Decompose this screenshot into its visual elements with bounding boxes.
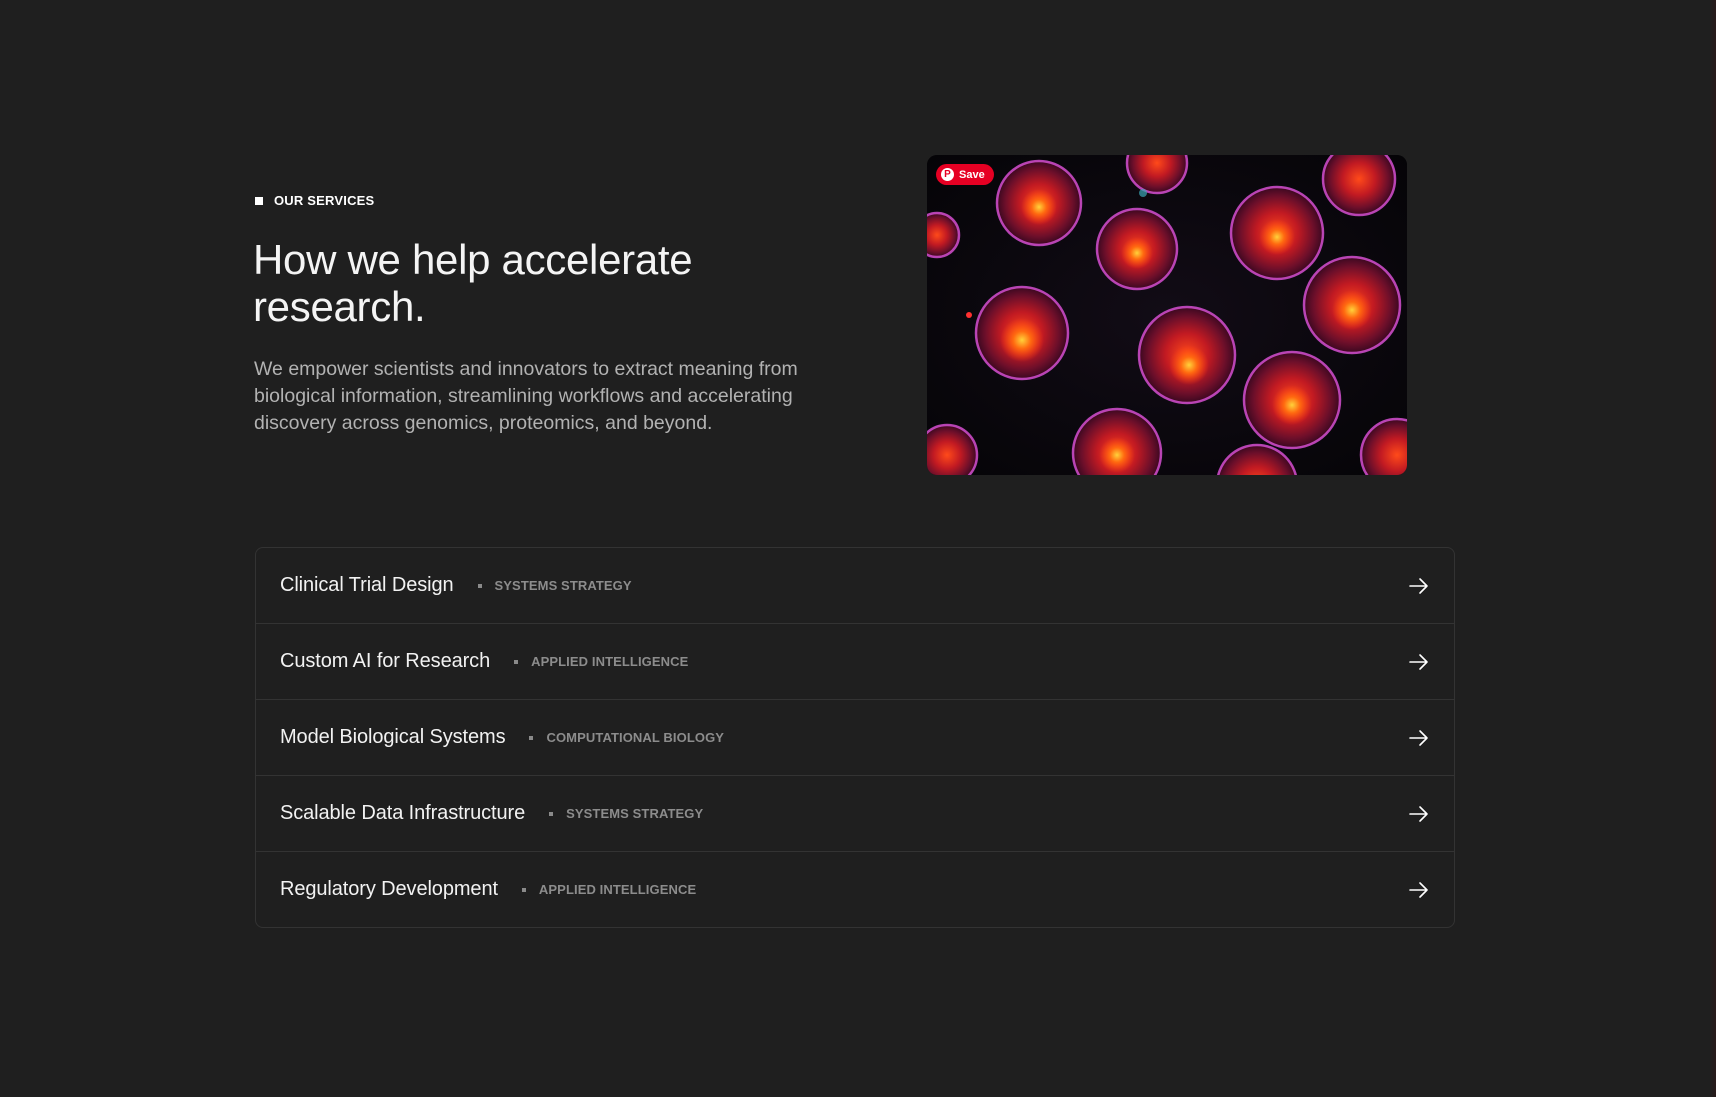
microscope-cells-image: [927, 155, 1407, 475]
section-eyebrow: OUR SERVICES: [255, 193, 374, 208]
arrow-right-icon[interactable]: [1408, 727, 1430, 749]
bullet-dot-icon: [521, 887, 526, 892]
services-list: Clinical Trial Design SYSTEMS STRATEGY C…: [255, 547, 1455, 928]
page-edge-shadow: [1710, 0, 1716, 1097]
arrow-right-icon[interactable]: [1408, 803, 1430, 825]
hero-cells-image: [927, 155, 1407, 475]
service-title: Regulatory Development: [280, 878, 498, 900]
square-bullet-icon: [255, 196, 263, 205]
pinterest-save-button[interactable]: P Save: [936, 164, 994, 185]
service-tag: APPLIED INTELLIGENCE: [531, 654, 689, 669]
arrow-right-icon[interactable]: [1408, 879, 1430, 901]
service-tag: SYSTEMS STRATEGY: [494, 578, 632, 593]
service-row-scalable-data-infrastructure[interactable]: Scalable Data Infrastructure SYSTEMS STR…: [256, 776, 1454, 852]
service-tag: APPLIED INTELLIGENCE: [538, 882, 697, 897]
service-row-custom-ai[interactable]: Custom AI for Research APPLIED INTELLIGE…: [256, 624, 1454, 700]
service-tag: SYSTEMS STRATEGY: [566, 806, 704, 821]
service-title: Clinical Trial Design: [280, 574, 454, 596]
service-row-clinical-trial-design[interactable]: Clinical Trial Design SYSTEMS STRATEGY: [256, 548, 1454, 624]
service-title: Custom AI for Research: [280, 650, 491, 672]
bullet-dot-icon: [477, 583, 482, 588]
arrow-right-icon[interactable]: [1408, 575, 1430, 597]
service-row-regulatory-development[interactable]: Regulatory Development APPLIED INTELLIGE…: [256, 852, 1454, 927]
arrow-right-icon[interactable]: [1408, 651, 1430, 673]
service-title: Model Biological Systems: [280, 726, 506, 748]
services-page: OUR SERVICES How we help accelerate rese…: [0, 0, 1716, 1097]
service-title: Scalable Data Infrastructure: [280, 802, 526, 824]
bullet-dot-icon: [514, 659, 519, 664]
save-label: Save: [959, 168, 985, 181]
bullet-dot-icon: [529, 735, 534, 740]
section-headline: How we help accelerate research.: [253, 236, 693, 330]
bullet-dot-icon: [549, 811, 554, 816]
section-description: We empower scientists and innovators to …: [254, 358, 798, 434]
eyebrow-label: OUR SERVICES: [274, 193, 375, 208]
service-row-model-biological-systems[interactable]: Model Biological Systems COMPUTATIONAL B…: [256, 700, 1454, 776]
pinterest-icon: P: [941, 168, 954, 181]
service-tag: COMPUTATIONAL BIOLOGY: [546, 730, 725, 745]
